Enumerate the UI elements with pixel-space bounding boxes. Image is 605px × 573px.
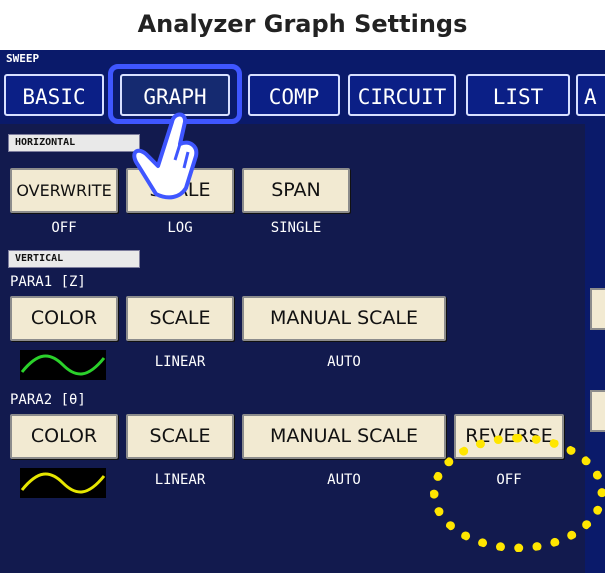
para2-scale-value: LINEAR bbox=[154, 472, 206, 488]
para2-manual-scale-value: AUTO bbox=[327, 472, 361, 488]
side-button-2[interactable] bbox=[590, 390, 605, 432]
para2-scale-button[interactable]: SCALE bbox=[126, 414, 234, 459]
tab-more[interactable]: A bbox=[576, 74, 605, 116]
sweep-label: SWEEP bbox=[6, 52, 40, 65]
para2-wave-icon bbox=[20, 472, 106, 494]
para1-wave-swatch bbox=[20, 350, 106, 380]
para1-scale-value: LINEAR bbox=[154, 354, 206, 370]
horizontal-section-label: HORIZONTAL bbox=[8, 134, 140, 152]
side-button-1[interactable] bbox=[590, 288, 605, 330]
reverse-highlight-dots bbox=[430, 434, 605, 552]
para1-scale-button[interactable]: SCALE bbox=[126, 296, 234, 341]
horizontal-scale-value: LOG bbox=[167, 220, 193, 236]
span-button[interactable]: SPAN bbox=[242, 168, 350, 213]
para2-color-button[interactable]: COLOR bbox=[10, 414, 118, 459]
vertical-section-label: VERTICAL bbox=[8, 250, 140, 268]
para1-color-button[interactable]: COLOR bbox=[10, 296, 118, 341]
tab-comp[interactable]: COMP bbox=[248, 74, 340, 116]
overwrite-value: OFF bbox=[51, 220, 77, 236]
tab-basic[interactable]: BASIC bbox=[4, 74, 104, 116]
para2-wave-swatch bbox=[20, 468, 106, 498]
para1-manual-scale-value: AUTO bbox=[327, 354, 361, 370]
page-title: Analyzer Graph Settings bbox=[137, 10, 468, 38]
para2-label: PARA2 [θ] bbox=[10, 392, 86, 408]
tab-circuit[interactable]: CIRCUIT bbox=[348, 74, 456, 116]
para1-manual-scale-button[interactable]: MANUAL SCALE bbox=[242, 296, 446, 341]
pointer-hand-icon bbox=[132, 112, 199, 200]
para1-label: PARA1 [Z] bbox=[10, 274, 86, 290]
tab-list[interactable]: LIST bbox=[466, 74, 570, 116]
overwrite-button[interactable]: OVERWRITE bbox=[10, 168, 118, 213]
para2-manual-scale-button[interactable]: MANUAL SCALE bbox=[242, 414, 446, 459]
para1-wave-icon bbox=[20, 354, 106, 376]
span-value: SINGLE bbox=[270, 220, 322, 236]
